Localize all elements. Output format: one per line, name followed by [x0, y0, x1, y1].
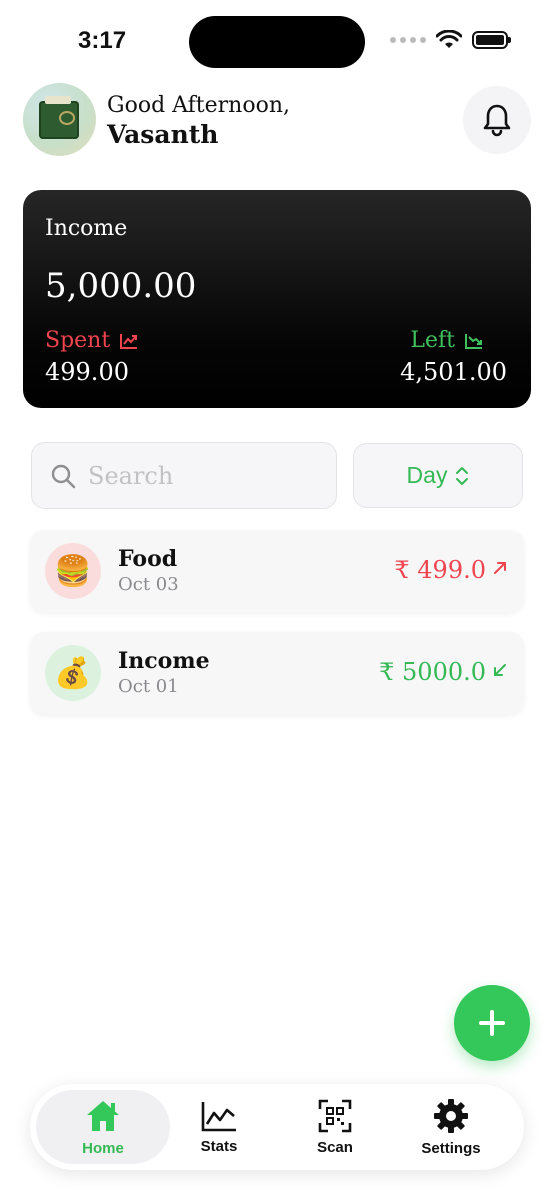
notifications-button[interactable]: [463, 86, 531, 154]
gear-icon: [434, 1098, 468, 1133]
transaction-amount: ₹ 499.0: [394, 556, 486, 584]
status-time: 3:17: [78, 27, 127, 54]
qr-scan-icon: [318, 1099, 352, 1132]
tab-stats[interactable]: Stats: [152, 1090, 286, 1164]
cellular-signal-icon: [390, 37, 426, 43]
username: Vasanth: [107, 120, 219, 149]
search-input[interactable]: [88, 461, 308, 490]
balance-card: Income 5,000.00 Spent 499.00 Left 4,501.…: [23, 190, 531, 408]
arrow-up-right-icon: [494, 562, 506, 574]
chevron-up-down-icon: [456, 466, 469, 485]
wallet-image: [39, 96, 79, 139]
transaction-row[interactable]: 💰 Income Oct 01 ₹ 5000.0: [30, 632, 524, 714]
spent-value: 499.00: [45, 358, 129, 386]
tab-scan[interactable]: Scan: [268, 1090, 402, 1164]
transaction-title: Food: [118, 546, 178, 572]
status-icons: [390, 30, 511, 50]
left-label: Left: [410, 328, 455, 353]
arrow-down-left-icon: [494, 664, 506, 676]
tab-scan-label: Scan: [317, 1138, 353, 1156]
card-title: Income: [45, 216, 128, 241]
left-value: 4,501.00: [400, 358, 507, 386]
tab-bar: Home Stats Scan Settings: [30, 1084, 524, 1170]
greeting-text: Good Afternoon,: [107, 93, 290, 118]
period-picker[interactable]: Day: [353, 443, 523, 508]
transaction-row[interactable]: 🍔 Food Oct 03 ₹ 499.0: [30, 530, 524, 612]
search-box[interactable]: [31, 442, 337, 509]
spent-label-group: Spent: [45, 328, 138, 353]
transaction-date: Oct 03: [118, 574, 179, 595]
plus-icon: [479, 1010, 505, 1036]
chart-icon: [201, 1101, 236, 1131]
search-icon: [51, 464, 76, 488]
tab-settings-label: Settings: [421, 1139, 481, 1157]
avatar[interactable]: [23, 83, 96, 156]
tab-home[interactable]: Home: [36, 1090, 170, 1164]
add-transaction-button[interactable]: [454, 985, 530, 1061]
home-icon: [87, 1100, 119, 1131]
spent-label: Spent: [45, 328, 111, 353]
bell-icon: [483, 104, 511, 137]
income-amount: 5,000.00: [45, 266, 197, 306]
tab-stats-label: Stats: [200, 1137, 238, 1155]
transaction-amount: ₹ 5000.0: [379, 658, 486, 686]
trend-up-icon: [120, 333, 138, 349]
period-picker-value: Day: [406, 462, 448, 488]
money-bag-emoji-icon: 💰: [45, 645, 101, 701]
transaction-title: Income: [118, 648, 210, 674]
left-label-group: Left: [410, 328, 483, 353]
burger-emoji-icon: 🍔: [45, 543, 101, 599]
trend-down-icon: [465, 333, 482, 349]
tab-home-label: Home: [82, 1139, 124, 1157]
transaction-date: Oct 01: [118, 676, 179, 697]
wifi-icon: [436, 30, 462, 48]
battery-icon: [472, 31, 511, 49]
tab-settings[interactable]: Settings: [384, 1090, 518, 1164]
dynamic-island: [189, 16, 365, 68]
